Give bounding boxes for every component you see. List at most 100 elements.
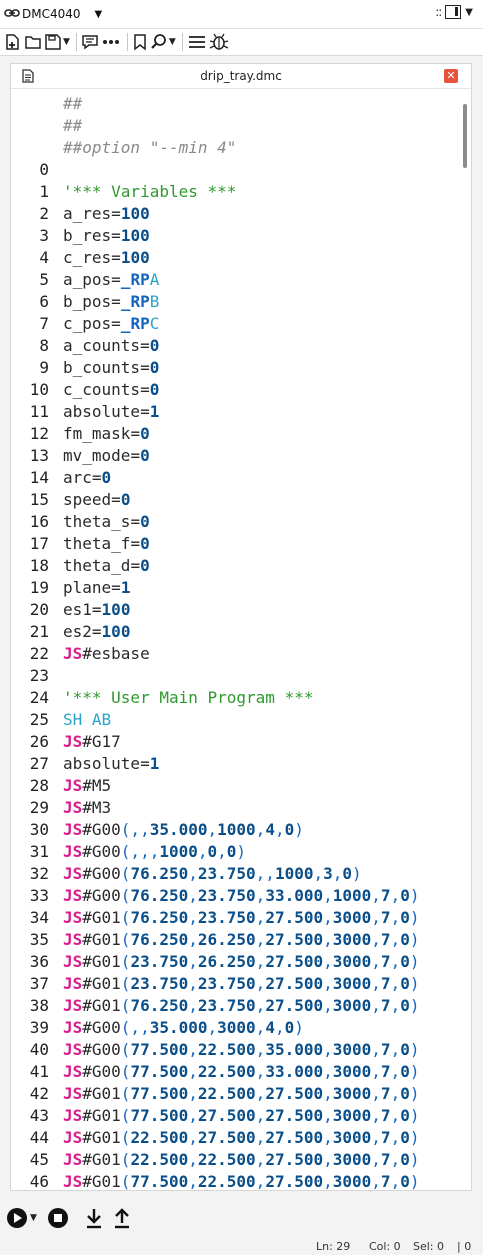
code-token: ) <box>409 1062 420 1081</box>
code-line[interactable]: 2 a_res=100 <box>11 203 459 225</box>
code-token: JS <box>63 886 83 905</box>
upload-button[interactable] <box>113 1207 131 1229</box>
code-line[interactable]: 15 speed=0 <box>11 489 459 511</box>
code-line[interactable]: 13 mv_mode=0 <box>11 445 459 467</box>
code-line[interactable]: 41 JS#G00(77.500,22.500,33.000,3000,7,0) <box>11 1061 459 1083</box>
code-line[interactable]: ##option "--min 4" <box>11 137 459 159</box>
code-area[interactable]: ## ## ##option "--min 4" 0 1 '*** Variables *… <box>11 89 459 1191</box>
code-token: , <box>390 974 401 993</box>
code-line[interactable]: 35 JS#G01(76.250,26.250,27.500,3000,7,0) <box>11 929 459 951</box>
code-token: , <box>188 908 198 927</box>
code-line[interactable]: 0 <box>11 159 459 181</box>
code-line[interactable]: 46 JS#G01(77.500,22.500,27.500,3000,7,0) <box>11 1171 459 1191</box>
code-token: ##option "--min 4" <box>63 138 237 157</box>
code-line[interactable]: 20 es1=100 <box>11 599 459 621</box>
code-line[interactable]: 23 <box>11 665 459 687</box>
line-number: 14 <box>29 468 49 487</box>
code-line[interactable]: 32 JS#G00(76.250,23.750,,1000,3,0) <box>11 863 459 885</box>
code-line[interactable]: 37 JS#G01(23.750,23.750,27.500,3000,7,0) <box>11 973 459 995</box>
code-token: JS <box>63 996 83 1015</box>
code-token: 23.750 <box>130 974 189 993</box>
close-icon[interactable]: ✕ <box>444 69 458 83</box>
dock-panel-icon[interactable] <box>445 5 462 19</box>
save-icon[interactable]: ▼ <box>44 31 70 53</box>
code-line[interactable]: 7 c_pos=_RPC <box>11 313 459 335</box>
code-line[interactable]: 3 b_res=100 <box>11 225 459 247</box>
code-token: 1 <box>120 578 131 597</box>
drag-handle-icon[interactable]: :: <box>435 5 442 19</box>
code-line[interactable]: 27 absolute=1 <box>11 753 459 775</box>
code-line[interactable]: 43 JS#G01(77.500,27.500,27.500,3000,7,0) <box>11 1105 459 1127</box>
code-line[interactable]: 18 theta_d=0 <box>11 555 459 577</box>
code-line[interactable]: 8 a_counts=0 <box>11 335 459 357</box>
code-token: 7 <box>380 1084 391 1103</box>
code-line[interactable]: 16 theta_s=0 <box>11 511 459 533</box>
code-line[interactable]: 12 fm_mask=0 <box>11 423 459 445</box>
code-line[interactable]: 30 JS#G00(,,35.000,1000,4,0) <box>11 819 459 841</box>
line-number: 26 <box>29 732 49 751</box>
code-token: 0 <box>120 490 131 509</box>
code-line[interactable]: 40 JS#G00(77.500,22.500,35.000,3000,7,0) <box>11 1039 459 1061</box>
download-button[interactable] <box>85 1207 103 1229</box>
stop-button[interactable] <box>47 1207 69 1229</box>
more-icon[interactable] <box>101 31 121 53</box>
line-number: 20 <box>29 600 49 619</box>
open-folder-icon[interactable] <box>24 31 42 53</box>
code-line[interactable]: 39 JS#G00(,,35.000,3000,4,0) <box>11 1017 459 1039</box>
code-line[interactable]: 4 c_res=100 <box>11 247 459 269</box>
code-token: , <box>390 1172 401 1191</box>
code-line[interactable]: 22 JS#esbase <box>11 643 459 665</box>
search-icon[interactable]: ▼ <box>150 31 176 53</box>
code-line[interactable]: 25 SH AB <box>11 709 459 731</box>
run-button[interactable]: ▼ <box>6 1207 37 1229</box>
line-number: 2 <box>39 204 49 223</box>
code-token: , <box>255 908 266 927</box>
code-line[interactable]: 19 plane=1 <box>11 577 459 599</box>
code-token: (,, <box>120 1018 150 1037</box>
code-line[interactable]: 17 theta_f=0 <box>11 533 459 555</box>
editor-tab[interactable]: drip_tray.dmc ✕ <box>11 64 471 89</box>
code-token: 33.000 <box>265 886 324 905</box>
line-number: 39 <box>29 1018 49 1037</box>
code-line[interactable]: 5 a_pos=_RPA <box>11 269 459 291</box>
code-token: 4 <box>265 1018 275 1037</box>
code-line[interactable]: 26 JS#G17 <box>11 731 459 753</box>
code-line[interactable]: 31 JS#G00(,,,1000,0,0) <box>11 841 459 863</box>
code-line[interactable]: 24 '*** User Main Program *** <box>11 687 459 709</box>
code-token: 35.000 <box>149 820 208 839</box>
code-line[interactable]: 14 arc=0 <box>11 467 459 489</box>
code-line[interactable]: 33 JS#G00(76.250,23.750,33.000,1000,7,0) <box>11 885 459 907</box>
vertical-scrollbar[interactable] <box>463 104 467 168</box>
chevron-down-icon[interactable]: ▼ <box>465 7 473 18</box>
code-line[interactable]: 11 absolute=1 <box>11 401 459 423</box>
code-token: 76.250 <box>130 864 189 883</box>
code-line[interactable]: 36 JS#G01(23.750,26.250,27.500,3000,7,0) <box>11 951 459 973</box>
code-line[interactable]: 29 JS#M3 <box>11 797 459 819</box>
code-line[interactable]: 6 b_pos=_RPB <box>11 291 459 313</box>
code-line[interactable]: 21 es2=100 <box>11 621 459 643</box>
code-line[interactable]: 9 b_counts=0 <box>11 357 459 379</box>
code-line[interactable]: 38 JS#G01(76.250,23.750,27.500,3000,7,0) <box>11 995 459 1017</box>
code-token: = <box>130 512 141 531</box>
code-line[interactable]: 34 JS#G01(76.250,23.750,27.500,3000,7,0) <box>11 907 459 929</box>
chevron-down-icon[interactable]: ▼ <box>30 1213 37 1223</box>
code-line[interactable]: ## <box>11 93 459 115</box>
code-token: b_pos <box>63 292 112 311</box>
comment-icon[interactable] <box>81 31 99 53</box>
menu-icon[interactable] <box>187 31 207 53</box>
code-line[interactable]: 45 JS#G01(22.500,22.500,27.500,3000,7,0) <box>11 1149 459 1171</box>
code-token: 23.750 <box>197 908 256 927</box>
device-selector[interactable]: DMC4040 ▼ <box>4 4 102 24</box>
code-token: = <box>91 622 102 641</box>
code-token: #G01 <box>82 1084 121 1103</box>
bookmark-icon[interactable] <box>132 31 148 53</box>
new-file-icon[interactable] <box>4 31 22 53</box>
code-line[interactable]: 42 JS#G01(77.500,22.500,27.500,3000,7,0) <box>11 1083 459 1105</box>
code-line[interactable]: 10 c_counts=0 <box>11 379 459 401</box>
code-line[interactable]: 28 JS#M5 <box>11 775 459 797</box>
code-token: = <box>140 754 150 773</box>
code-line[interactable]: ## <box>11 115 459 137</box>
code-line[interactable]: 1 '*** Variables *** <box>11 181 459 203</box>
bug-icon[interactable] <box>209 31 229 53</box>
code-line[interactable]: 44 JS#G01(22.500,27.500,27.500,3000,7,0) <box>11 1127 459 1149</box>
